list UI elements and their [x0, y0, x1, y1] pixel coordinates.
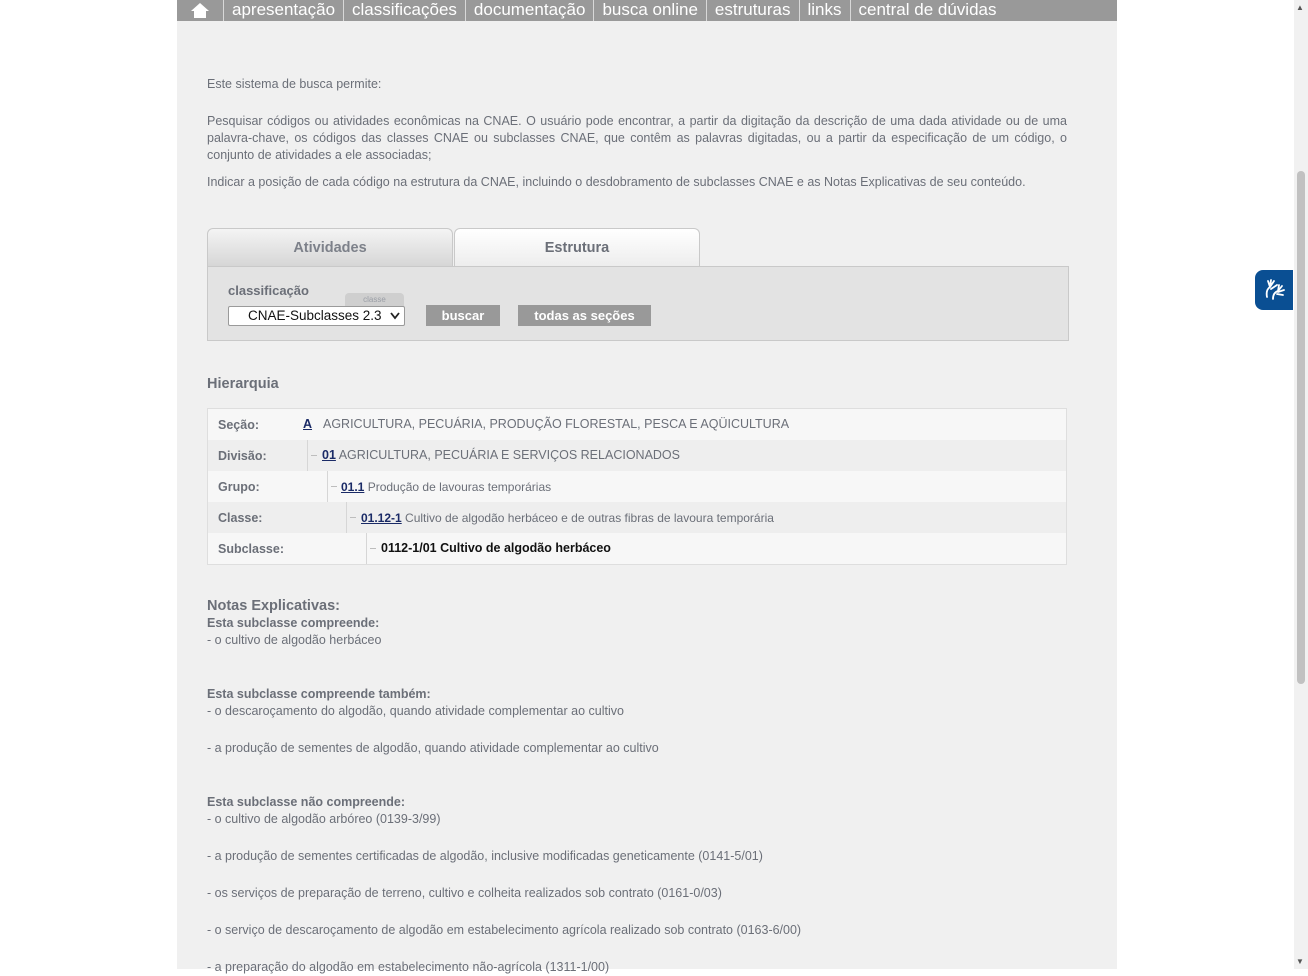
tree-connector [311, 455, 317, 456]
tree-line [346, 502, 347, 533]
intro-heading: Este sistema de busca permite: [207, 77, 382, 91]
nav-estruturas[interactable]: estruturas [707, 0, 800, 21]
compreende-title: Esta subclasse compreende: [207, 616, 380, 630]
nao-compreende-title: Esta subclasse não compreende: [207, 795, 405, 809]
hierarchy-label: Subclasse: [218, 542, 285, 556]
scroll-up-arrow[interactable]: ▲ [1296, 3, 1304, 12]
scrollbar-thumb[interactable] [1297, 171, 1305, 684]
intro-paragraph-1: Pesquisar códigos ou atividades econômic… [207, 114, 1067, 162]
nav-central-de-duvidas[interactable]: central de dúvidas [851, 0, 1005, 21]
tambem-title: Esta subclasse compreende também: [207, 687, 431, 701]
hierarchy-label: Seção: [218, 418, 259, 432]
tree-connector [370, 548, 376, 549]
scroll-down-arrow[interactable]: ▼ [1296, 957, 1304, 966]
intro-text: Este sistema de busca permite: Pesquisar… [207, 76, 1067, 191]
page-container: apresentação classificações documentação… [177, 0, 1117, 974]
hierarchy-row-subclasse: Subclasse: 0112-1/01 Cultivo de algodão … [208, 533, 1066, 564]
chevron-down-icon [390, 312, 400, 320]
intro-paragraph-2: Indicar a posição de cada código na estr… [207, 175, 1026, 189]
search-tabs: Atividades Estrutura [207, 228, 1069, 268]
tambem-item: - a produção de sementes de algodão, qua… [207, 741, 659, 755]
subclasse-text: 0112-1/01 Cultivo de algodão herbáceo [381, 541, 611, 555]
classe-code-link[interactable]: 01.12-1 [361, 511, 402, 525]
compreende-item: - o cultivo de algodão herbáceo [207, 633, 382, 647]
classificacao-select[interactable]: CNAE-Subclasses 2.3 [228, 306, 405, 326]
hierarchy-row-grupo: Grupo: 01.1 Produção de lavouras temporá… [208, 471, 1066, 502]
notas-explicativas: Notas Explicativas: Esta subclasse compr… [207, 597, 1067, 976]
home-button[interactable] [177, 0, 224, 21]
todas-as-secoes-button[interactable]: todas as seções [518, 305, 651, 326]
search-panel: classificação classe CNAE-Subclasses 2.3… [207, 266, 1069, 341]
grupo-code-link[interactable]: 01.1 [341, 480, 364, 494]
nao-compreende-item: - o serviço de descaroçamento de algodão… [207, 923, 802, 937]
hierarchy-row-divisao: Divisão: 01 AGRICULTURA, PECUÁRIA E SERV… [208, 440, 1066, 471]
classificacao-select-value: CNAE-Subclasses 2.3 [248, 308, 382, 323]
tab-atividades[interactable]: Atividades [207, 228, 453, 266]
tree-connector [331, 486, 337, 487]
classificacao-label: classificação [228, 283, 309, 298]
tree-connector [350, 517, 356, 518]
hierarchy-label: Divisão: [218, 449, 267, 463]
divisao-code-link[interactable]: 01 [322, 448, 336, 462]
nao-compreende-item: - a produção de sementes certificadas de… [207, 849, 763, 863]
classe-badge: classe [345, 293, 404, 306]
hierarchy-label: Grupo: [218, 480, 260, 494]
accessibility-widget-button[interactable] [1255, 270, 1293, 310]
grupo-text: Produção de lavouras temporárias [367, 480, 552, 494]
hierarchy-label: Classe: [218, 511, 263, 525]
nao-compreende-item: - a preparação do algodão em estabelecim… [207, 960, 610, 974]
hierarchy-row-secao: Seção: A AGRICULTURA, PECUÁRIA, PRODUÇÃO… [208, 409, 1066, 440]
nav-apresentacao[interactable]: apresentação [224, 0, 345, 21]
nav-documentacao[interactable]: documentação [466, 0, 595, 21]
hierarquia-title: Hierarquia [207, 376, 279, 392]
secao-text: AGRICULTURA, PECUÁRIA, PRODUÇÃO FLORESTA… [323, 417, 790, 431]
hierarchy-row-classe: Classe: 01.12-1 Cultivo de algodão herbá… [208, 502, 1066, 533]
tambem-item: - o descaroçamento do algodão, quando at… [207, 704, 624, 718]
buscar-button[interactable]: buscar [426, 305, 500, 326]
nao-compreende-item: - o cultivo de algodão arbóreo (0139-3/9… [207, 812, 441, 826]
notas-title: Notas Explicativas: [207, 598, 340, 614]
divisao-text: AGRICULTURA, PECUÁRIA E SERVIÇOS RELACIO… [338, 448, 680, 462]
hierarquia-table: Seção: A AGRICULTURA, PECUÁRIA, PRODUÇÃO… [207, 408, 1067, 565]
tree-line [366, 533, 367, 564]
tree-line [307, 440, 308, 471]
tab-estrutura[interactable]: Estrutura [454, 228, 700, 268]
nav-links[interactable]: links [800, 0, 851, 21]
secao-code-link[interactable]: A [303, 417, 312, 431]
sign-language-icon [1265, 279, 1285, 300]
tree-line [327, 471, 328, 502]
classe-text: Cultivo de algodão herbáceo e de outras … [405, 511, 774, 525]
nav-classificacoes[interactable]: classificações [344, 0, 466, 21]
home-icon [191, 3, 209, 18]
nao-compreende-item: - os serviços de preparação de terreno, … [207, 886, 722, 900]
nav-busca-online[interactable]: busca online [594, 0, 707, 21]
top-navigation: apresentação classificações documentação… [177, 0, 1117, 21]
